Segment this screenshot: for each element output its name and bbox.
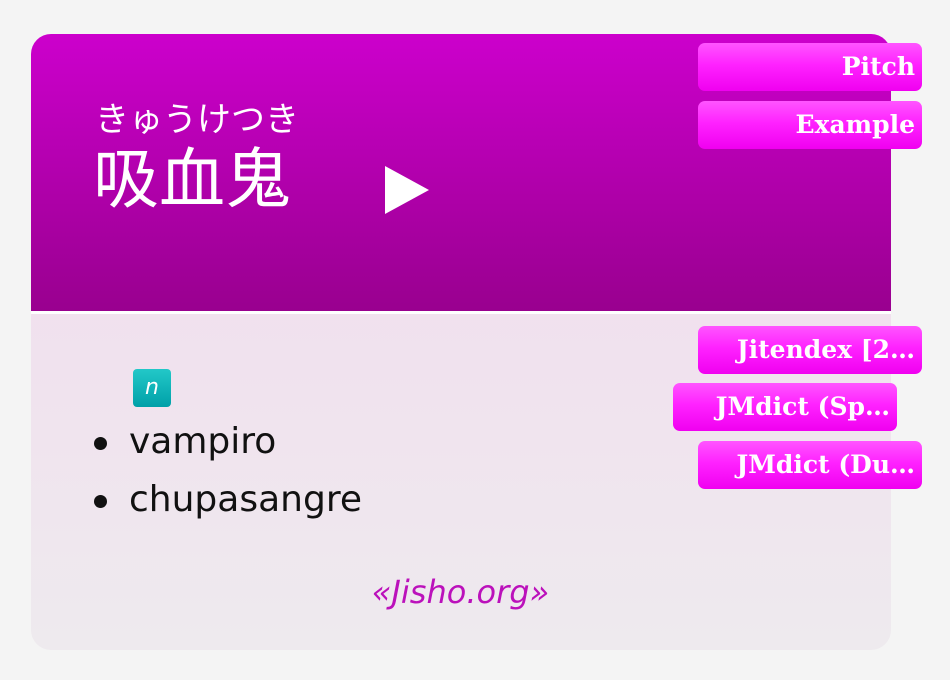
gloss-list: vampiro chupasangre <box>85 413 362 529</box>
example-button[interactable]: Example <box>698 101 922 149</box>
source-link[interactable]: «Jisho.org» <box>0 570 921 614</box>
word-expression: 吸血鬼 <box>93 141 291 218</box>
jitendex-button[interactable]: Jitendex [2… <box>698 326 922 374</box>
part-of-speech-tag: n <box>133 369 171 407</box>
jmdict-spanish-button[interactable]: JMdict (Sp… <box>673 383 897 431</box>
jmdict-dutch-button[interactable]: JMdict (Du… <box>698 441 922 489</box>
play-icon[interactable] <box>383 164 431 216</box>
word-reading: きゅうけつき <box>95 100 299 140</box>
pitch-button[interactable]: Pitch <box>698 43 922 91</box>
header-divider <box>31 311 891 314</box>
gloss-item: vampiro <box>85 413 362 471</box>
gloss-item: chupasangre <box>85 471 362 529</box>
